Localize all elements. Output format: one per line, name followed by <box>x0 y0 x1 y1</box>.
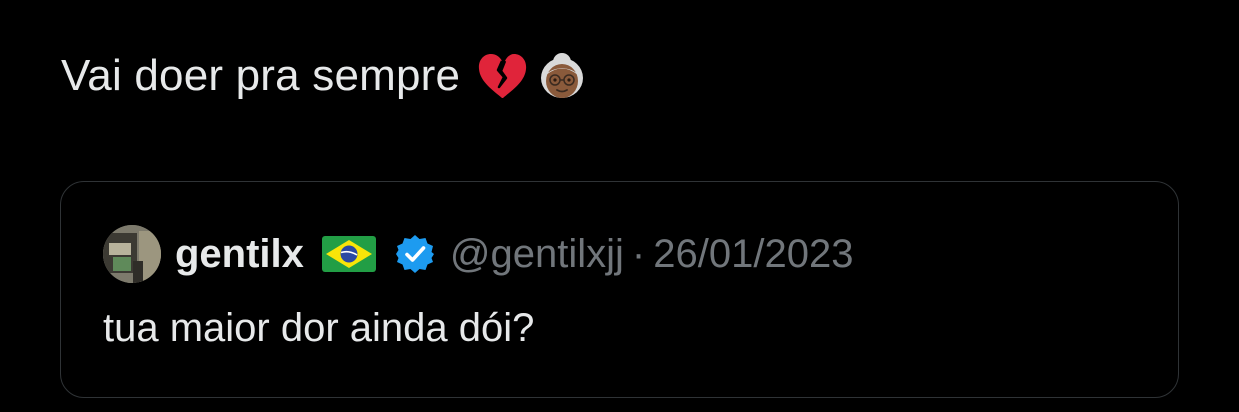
separator-dot: · <box>631 231 646 276</box>
avatar[interactable] <box>103 225 161 283</box>
quoted-tweet-text: tua maior dor ainda dói? <box>103 306 535 350</box>
old-woman-icon <box>534 48 590 104</box>
display-name[interactable]: gentilx <box>175 232 304 277</box>
quoted-tweet-card[interactable]: gentilx @gentilxjj · 26/01/2023 tua maio… <box>60 181 1179 398</box>
tweet-text: Vai doer pra sempre <box>61 46 594 106</box>
tweet-text-content: Vai doer pra sempre <box>61 51 461 100</box>
verified-badge-icon <box>394 233 436 275</box>
broken-heart-icon <box>474 48 530 104</box>
quoted-tweet-header: gentilx @gentilxjj · 26/01/2023 <box>103 222 853 286</box>
brazil-flag-icon <box>321 236 376 272</box>
tweet-view: Vai doer pra sempre gentilx @gentilxjj ·… <box>0 0 1239 412</box>
tweet-date[interactable]: 26/01/2023 <box>653 232 853 277</box>
user-handle[interactable]: @gentilxjj <box>450 232 624 277</box>
